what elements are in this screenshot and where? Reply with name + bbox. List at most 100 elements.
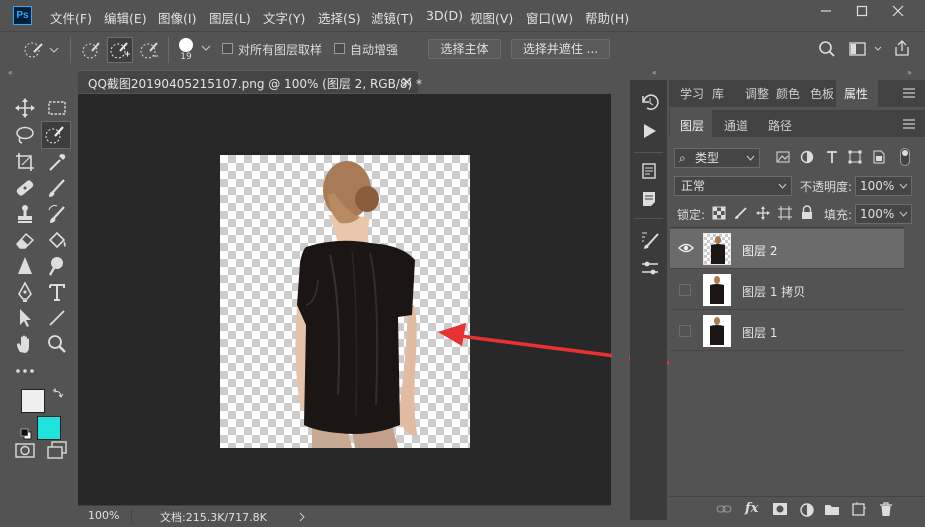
add-mask-icon[interactable] — [772, 502, 788, 516]
tab-channels[interactable]: 通道 — [724, 117, 748, 134]
paint-bucket-tool-icon[interactable] — [45, 228, 69, 252]
lock-artboard-icon[interactable] — [778, 206, 792, 220]
more-tools-icon[interactable] — [13, 359, 37, 383]
filter-shape-icon[interactable] — [848, 150, 862, 164]
lock-transparent-icon[interactable] — [712, 206, 726, 220]
new-selection-icon[interactable] — [80, 39, 102, 61]
layer-name[interactable]: 图层 2 — [742, 242, 777, 259]
panel-menu-icon[interactable] — [902, 119, 916, 129]
filter-pixel-icon[interactable] — [776, 150, 790, 164]
menu-help[interactable]: 帮助(H) — [585, 8, 629, 27]
type-tool-icon[interactable] — [45, 280, 69, 304]
dodge-tool-icon[interactable] — [45, 254, 69, 278]
quick-selection-tool-icon[interactable] — [41, 121, 71, 149]
maximize-button[interactable] — [844, 0, 880, 22]
eye-icon[interactable] — [678, 242, 694, 254]
notes-icon[interactable] — [640, 190, 658, 208]
search-icon[interactable] — [818, 40, 836, 58]
menu-edit[interactable]: 编辑(E) — [104, 8, 147, 27]
minimize-button[interactable] — [808, 0, 844, 22]
blend-mode-dropdown[interactable]: 正常 — [674, 176, 792, 196]
visibility-toggle[interactable] — [679, 284, 691, 296]
zoom-tool-icon[interactable] — [45, 332, 69, 356]
opacity-input[interactable]: 100% — [855, 176, 912, 196]
path-selection-tool-icon[interactable] — [13, 306, 37, 330]
lasso-tool-icon[interactable] — [13, 123, 37, 147]
layer-row-layer-2[interactable]: 图层 2 — [670, 229, 904, 269]
tab-color[interactable]: 颜色 — [776, 85, 800, 102]
layer-filter-dropdown[interactable]: ⌕ 类型 — [674, 148, 760, 168]
layer-name[interactable]: 图层 1 拷贝 — [742, 283, 805, 300]
brush-tool-icon[interactable] — [45, 176, 69, 200]
filter-adjustment-icon[interactable] — [800, 150, 814, 164]
foreground-color-swatch[interactable] — [21, 389, 45, 413]
brush-size-picker[interactable]: 19 — [176, 36, 198, 64]
close-window-button[interactable] — [880, 0, 916, 22]
fill-input[interactable]: 100% — [855, 204, 912, 224]
menu-view[interactable]: 视图(V) — [470, 8, 513, 27]
add-to-selection-icon[interactable] — [107, 37, 133, 63]
collapse-icon[interactable]: « — [8, 68, 13, 77]
menu-select[interactable]: 选择(S) — [318, 8, 361, 27]
zoom-level[interactable]: 100% — [88, 509, 119, 522]
document-canvas[interactable] — [220, 155, 470, 448]
share-icon[interactable] — [893, 39, 911, 57]
background-color-swatch[interactable] — [37, 416, 61, 440]
blur-tool-icon[interactable] — [13, 254, 37, 278]
tab-learn[interactable]: 学习 — [680, 85, 704, 102]
tab-adjustments[interactable]: 调整 — [745, 85, 769, 102]
menu-file[interactable]: 文件(F) — [50, 8, 92, 27]
line-tool-icon[interactable] — [45, 306, 69, 330]
clone-stamp-tool-icon[interactable] — [13, 202, 37, 226]
tab-layers[interactable]: 图层 — [680, 117, 704, 134]
tab-swatches[interactable]: 色板 — [810, 85, 834, 102]
expand-icon[interactable]: » — [907, 68, 912, 77]
panel-menu-icon[interactable] — [902, 88, 916, 98]
swap-colors-icon[interactable] — [52, 388, 64, 400]
select-and-mask-button[interactable]: 选择并遮住 ... — [511, 39, 610, 59]
layer-name[interactable]: 图层 1 — [742, 324, 777, 341]
collapse-icon[interactable]: « — [652, 68, 657, 77]
brush-settings-icon[interactable] — [640, 230, 660, 250]
tab-properties[interactable]: 属性 — [844, 85, 868, 102]
menu-filter[interactable]: 滤镜(T) — [371, 8, 413, 27]
menu-layer[interactable]: 图层(L) — [209, 8, 251, 27]
lock-image-icon[interactable] — [734, 206, 748, 220]
menu-type[interactable]: 文字(Y) — [263, 8, 305, 27]
chevron-down-icon[interactable] — [201, 44, 211, 52]
chevron-right-icon[interactable] — [298, 512, 306, 522]
adjustment-layer-icon[interactable] — [799, 502, 815, 518]
menu-window[interactable]: 窗口(W) — [526, 8, 573, 27]
lock-position-icon[interactable] — [756, 206, 770, 220]
history-brush-tool-icon[interactable] — [45, 202, 69, 226]
workspace-icon[interactable] — [849, 40, 885, 58]
menu-3d[interactable]: 3D(D) — [426, 8, 463, 23]
auto-enhance-checkbox[interactable] — [334, 43, 345, 54]
link-layers-icon[interactable] — [716, 502, 732, 516]
hand-tool-icon[interactable] — [13, 332, 37, 356]
properties-icon[interactable] — [640, 162, 658, 180]
history-icon[interactable] — [639, 92, 659, 112]
new-layer-icon[interactable] — [851, 502, 867, 516]
eraser-tool-icon[interactable] — [13, 228, 37, 252]
lock-all-icon[interactable] — [800, 205, 814, 220]
layer-row-layer-1[interactable]: 图层 1 — [670, 311, 904, 351]
tool-preset-picker[interactable] — [20, 40, 64, 60]
eyedropper-tool-icon[interactable] — [45, 150, 69, 174]
close-icon[interactable] — [402, 77, 412, 87]
move-tool-icon[interactable] — [13, 96, 37, 120]
healing-brush-tool-icon[interactable] — [13, 176, 37, 200]
filter-type-icon[interactable] — [825, 150, 839, 164]
select-subject-button[interactable]: 选择主体 — [428, 39, 501, 59]
fx-icon[interactable]: fx — [745, 501, 758, 516]
new-group-icon[interactable] — [824, 502, 840, 516]
layer-row-layer-1-copy[interactable]: 图层 1 拷贝 — [670, 270, 904, 310]
crop-tool-icon[interactable] — [13, 150, 37, 174]
screen-mode-icon[interactable] — [45, 438, 69, 462]
visibility-toggle[interactable] — [679, 325, 691, 337]
tab-paths[interactable]: 路径 — [768, 117, 792, 134]
filter-smart-object-icon[interactable] — [872, 150, 886, 164]
document-tab[interactable]: QQ截图20190405215107.png @ 100% (图层 2, RGB… — [78, 70, 422, 93]
sample-all-layers-checkbox[interactable] — [222, 43, 233, 54]
marquee-tool-icon[interactable] — [45, 96, 69, 120]
